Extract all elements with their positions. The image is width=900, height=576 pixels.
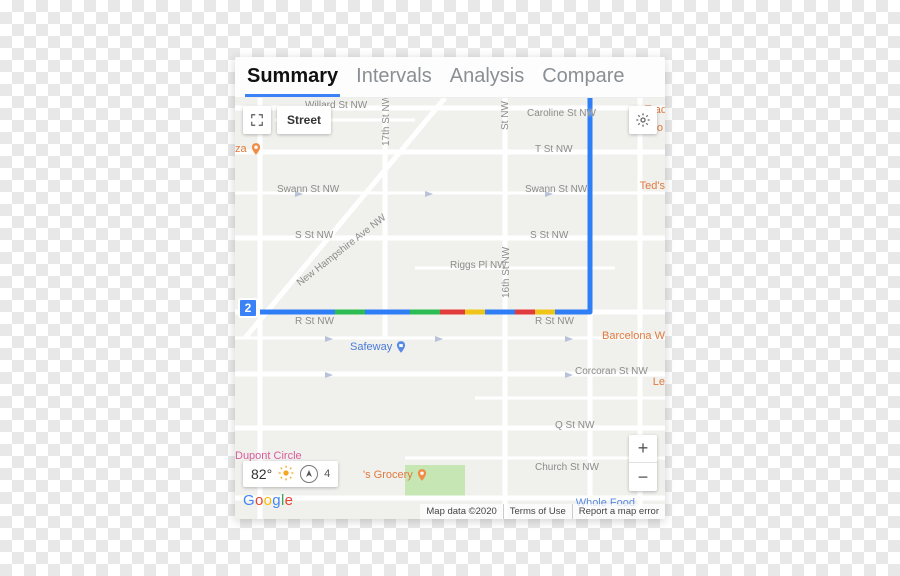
- report-link[interactable]: Report a map error: [572, 504, 665, 519]
- street-label: Church St NW: [535, 462, 599, 473]
- sun-icon: [278, 465, 294, 484]
- poi-barcelona[interactable]: Barcelona W: [602, 330, 665, 342]
- street-label: R St NW: [535, 316, 574, 327]
- tab-bar: Summary Intervals Analysis Compare: [235, 57, 665, 98]
- poi-teds[interactable]: Ted's: [640, 180, 665, 192]
- maptype-button[interactable]: Street: [277, 106, 331, 134]
- street-label: Q St NW: [555, 420, 594, 431]
- mapdata-label: Map data ©2020: [420, 504, 502, 519]
- poi-safeway[interactable]: Safeway: [350, 340, 408, 354]
- weather-widget[interactable]: 82° 4: [243, 461, 338, 487]
- wind-value: 4: [324, 468, 330, 480]
- street-label: Caroline St NW: [527, 108, 596, 119]
- fullscreen-icon: [250, 113, 264, 127]
- wind-icon: [300, 465, 318, 483]
- restaurant-icon: [249, 142, 263, 156]
- street-label: 16th St NW: [501, 247, 512, 298]
- street-label: S St NW: [530, 230, 568, 241]
- zoom-out-button[interactable]: −: [629, 463, 657, 491]
- settings-button[interactable]: [629, 106, 657, 134]
- temperature-value: 82°: [251, 466, 272, 482]
- restaurant-icon: [415, 468, 429, 482]
- street-label: 17th St NW: [381, 98, 392, 146]
- street-label: Riggs Pl NW: [450, 260, 507, 271]
- tab-summary[interactable]: Summary: [245, 63, 340, 97]
- tab-analysis[interactable]: Analysis: [448, 63, 526, 97]
- map-attribution: Map data ©2020 Terms of Use Report a map…: [420, 504, 665, 519]
- street-label: Corcoran St NW: [575, 366, 648, 377]
- tab-intervals[interactable]: Intervals: [354, 63, 434, 97]
- route-end-marker[interactable]: 2: [238, 298, 258, 318]
- activity-card: Summary Intervals Analysis Compare: [235, 57, 665, 519]
- gear-icon: [635, 112, 651, 128]
- zoom-control: + −: [629, 435, 657, 491]
- shopping-icon: [394, 340, 408, 354]
- street-label: Swann St NW: [525, 184, 587, 195]
- poi-pizza[interactable]: za: [235, 142, 263, 156]
- tab-compare[interactable]: Compare: [540, 63, 626, 97]
- street-label: St NW: [500, 101, 511, 130]
- map-canvas[interactable]: 2 Willard St NW Caroline St NW St NW T S…: [235, 98, 665, 519]
- route-marker-label: 2: [245, 301, 252, 315]
- poi-le[interactable]: Le: [653, 376, 665, 388]
- street-label: R St NW: [295, 316, 334, 327]
- street-label: T St NW: [535, 144, 573, 155]
- poi-grocery[interactable]: 's Grocery: [363, 468, 429, 482]
- fullscreen-button[interactable]: [243, 106, 271, 134]
- google-logo: Google: [243, 492, 293, 509]
- street-label: Swann St NW: [277, 184, 339, 195]
- zoom-in-button[interactable]: +: [629, 435, 657, 463]
- terms-link[interactable]: Terms of Use: [503, 504, 572, 519]
- street-label: S St NW: [295, 230, 333, 241]
